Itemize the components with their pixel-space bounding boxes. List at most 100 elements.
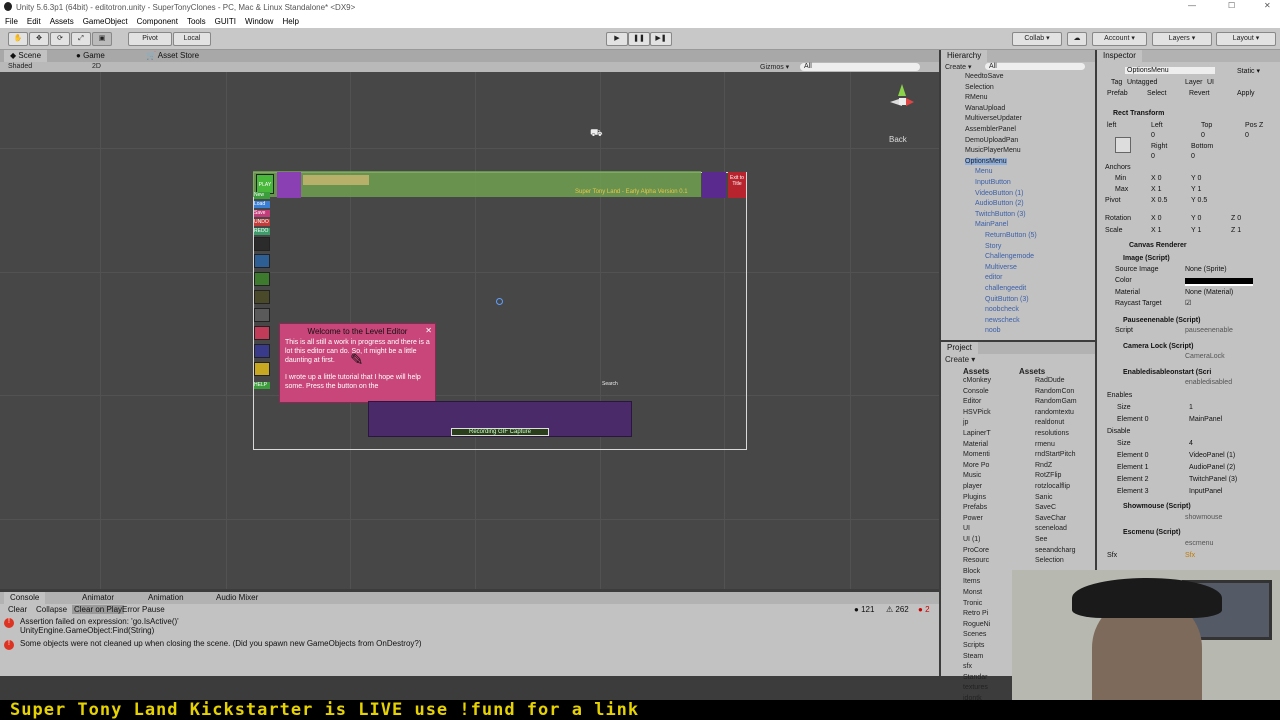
- enables-foldout[interactable]: Enables: [1107, 392, 1132, 399]
- pivot-handle[interactable]: [496, 298, 503, 305]
- project-folder[interactable]: Standar: [963, 674, 988, 681]
- play-button[interactable]: ▶: [606, 32, 628, 46]
- warning-count[interactable]: ⚠ 262: [886, 605, 909, 614]
- prefab-revert-button[interactable]: Revert: [1189, 90, 1210, 97]
- min-x-field[interactable]: X 0: [1151, 175, 1162, 182]
- project-folder[interactable]: player: [963, 483, 982, 490]
- hierarchy-item[interactable]: Multiverse: [985, 264, 1017, 271]
- tab-hierarchy[interactable]: Hierarchy: [941, 50, 988, 62]
- menu-file[interactable]: File: [5, 15, 18, 28]
- project-folder[interactable]: Monst: [963, 589, 982, 596]
- exit-to-title-button[interactable]: Exit to Title: [728, 172, 746, 198]
- scale-z-field[interactable]: Z 1: [1231, 227, 1241, 234]
- min-y-field[interactable]: Y 0: [1191, 175, 1201, 182]
- sfx-field[interactable]: Sfx: [1185, 552, 1195, 559]
- tab-scene[interactable]: ◆ Scene: [4, 50, 48, 62]
- close-window-button[interactable]: ✕: [1264, 1, 1271, 10]
- disable-element-field[interactable]: VideoPanel (1): [1189, 452, 1235, 459]
- rot-z-field[interactable]: Z 0: [1231, 215, 1241, 222]
- project-folder[interactable]: Block: [963, 568, 980, 575]
- hierarchy-item[interactable]: newscheck: [985, 317, 1020, 324]
- rect-transform-header[interactable]: Rect Transform: [1113, 110, 1164, 117]
- minimize-button[interactable]: —: [1188, 1, 1196, 10]
- tool-icon[interactable]: [254, 272, 270, 286]
- log-count[interactable]: ● 121: [854, 605, 874, 614]
- project-folder[interactable]: sfx: [963, 663, 972, 670]
- project-folder[interactable]: Retro Pi: [963, 610, 988, 617]
- project-asset[interactable]: SaveChar: [1035, 515, 1066, 522]
- layout-dropdown[interactable]: Layout ▾: [1216, 32, 1276, 46]
- pause-script-header[interactable]: Pauseenenable (Script): [1123, 317, 1200, 324]
- console-message-1-line1[interactable]: Assertion failed on expression: 'go.IsAc…: [20, 617, 179, 626]
- project-folder[interactable]: HSVPick: [963, 409, 991, 416]
- load-button[interactable]: Load: [254, 201, 270, 208]
- scale-x-field[interactable]: X 1: [1151, 227, 1162, 234]
- mode-buttons[interactable]: [277, 172, 301, 198]
- layer-dropdown[interactable]: UI: [1207, 79, 1214, 86]
- project-folder[interactable]: Momenti: [963, 451, 990, 458]
- tool-icon[interactable]: [254, 326, 270, 340]
- hierarchy-item[interactable]: MainPanel: [975, 221, 1008, 228]
- max-y-field[interactable]: Y 1: [1191, 186, 1201, 193]
- shading-dropdown[interactable]: Shaded: [8, 63, 32, 70]
- rotate-tool-icon[interactable]: ⟳: [50, 32, 70, 46]
- hierarchy-item[interactable]: InputButton: [975, 179, 1011, 186]
- tool-icon[interactable]: [254, 254, 270, 268]
- project-folder[interactable]: Items: [963, 578, 980, 585]
- tab-game[interactable]: ● Game: [70, 50, 111, 62]
- enables-element-field[interactable]: MainPanel: [1189, 416, 1222, 423]
- left-field[interactable]: 0: [1151, 132, 1155, 139]
- escmenu-script-header[interactable]: Escmenu (Script): [1123, 529, 1181, 536]
- scale-y-field[interactable]: Y 1: [1191, 227, 1201, 234]
- scene-search-input[interactable]: All: [800, 63, 920, 71]
- raycast-checkbox[interactable]: ☑: [1185, 299, 1191, 307]
- 2d-toggle[interactable]: 2D: [92, 63, 101, 70]
- hierarchy-item[interactable]: ReturnButton (5): [985, 232, 1037, 239]
- tool-icon[interactable]: [254, 362, 270, 376]
- tool-icon[interactable]: [254, 308, 270, 322]
- disable-foldout[interactable]: Disable: [1107, 428, 1130, 435]
- error-count[interactable]: ● 2: [918, 605, 930, 614]
- pivot-x-field[interactable]: X 0.5: [1151, 197, 1167, 204]
- menu-tools[interactable]: Tools: [187, 15, 206, 28]
- disable-element-field[interactable]: TwitchPanel (3): [1189, 476, 1237, 483]
- project-asset[interactable]: RndZ: [1035, 462, 1052, 469]
- tag-dropdown[interactable]: Untagged: [1127, 79, 1157, 86]
- project-create-dropdown[interactable]: Create ▾: [945, 355, 975, 364]
- hierarchy-item[interactable]: Menu: [975, 168, 993, 175]
- project-asset[interactable]: sceneload: [1035, 525, 1067, 532]
- project-asset[interactable]: randomtextu: [1035, 409, 1074, 416]
- scene-view[interactable]: Back ⛟ PLAY Exit to Title Super Tony Lan…: [0, 72, 939, 589]
- tool-icon[interactable]: [254, 344, 270, 358]
- project-folder[interactable]: Power: [963, 515, 983, 522]
- menu-guiti[interactable]: GUITI: [215, 15, 236, 28]
- project-asset[interactable]: RadDude: [1035, 377, 1065, 384]
- hierarchy-item[interactable]: QuitButton (3): [985, 296, 1029, 303]
- new-button[interactable]: New: [254, 192, 270, 199]
- move-tool-icon[interactable]: ✥: [29, 32, 49, 46]
- hierarchy-item[interactable]: WanaUpload: [965, 105, 1005, 112]
- object-name-field[interactable]: OptionsMenu: [1125, 67, 1215, 74]
- anchor-preset-icon[interactable]: [1115, 137, 1131, 153]
- project-folder[interactable]: LapinerT: [963, 430, 991, 437]
- tab-audio-mixer[interactable]: Audio Mixer: [210, 592, 264, 604]
- disable-element-field[interactable]: InputPanel: [1189, 488, 1222, 495]
- camlock-script-field[interactable]: CameraLock: [1185, 353, 1225, 360]
- project-folder[interactable]: Steam: [963, 653, 983, 660]
- showmouse-script-header[interactable]: Showmouse (Script): [1123, 503, 1191, 510]
- menu-edit[interactable]: Edit: [27, 15, 41, 28]
- cloud-icon[interactable]: ☁: [1067, 32, 1087, 46]
- project-folder[interactable]: Editor: [963, 398, 981, 405]
- project-folder[interactable]: UI: [963, 525, 970, 532]
- hierarchy-item[interactable]: NeedtoSave: [965, 73, 1004, 80]
- rot-x-field[interactable]: X 0: [1151, 215, 1162, 222]
- pause-button[interactable]: ❚❚: [628, 32, 650, 46]
- project-asset[interactable]: Selection: [1035, 557, 1064, 564]
- maximize-button[interactable]: ☐: [1228, 1, 1235, 10]
- top-field[interactable]: 0: [1201, 132, 1205, 139]
- project-folder[interactable]: Material: [963, 441, 988, 448]
- console-error-pause-button[interactable]: Error Pause: [122, 605, 165, 614]
- image-script-header[interactable]: Image (Script): [1123, 255, 1170, 262]
- scale-tool-icon[interactable]: ⤢: [71, 32, 91, 46]
- project-folder[interactable]: ProCore: [963, 547, 989, 554]
